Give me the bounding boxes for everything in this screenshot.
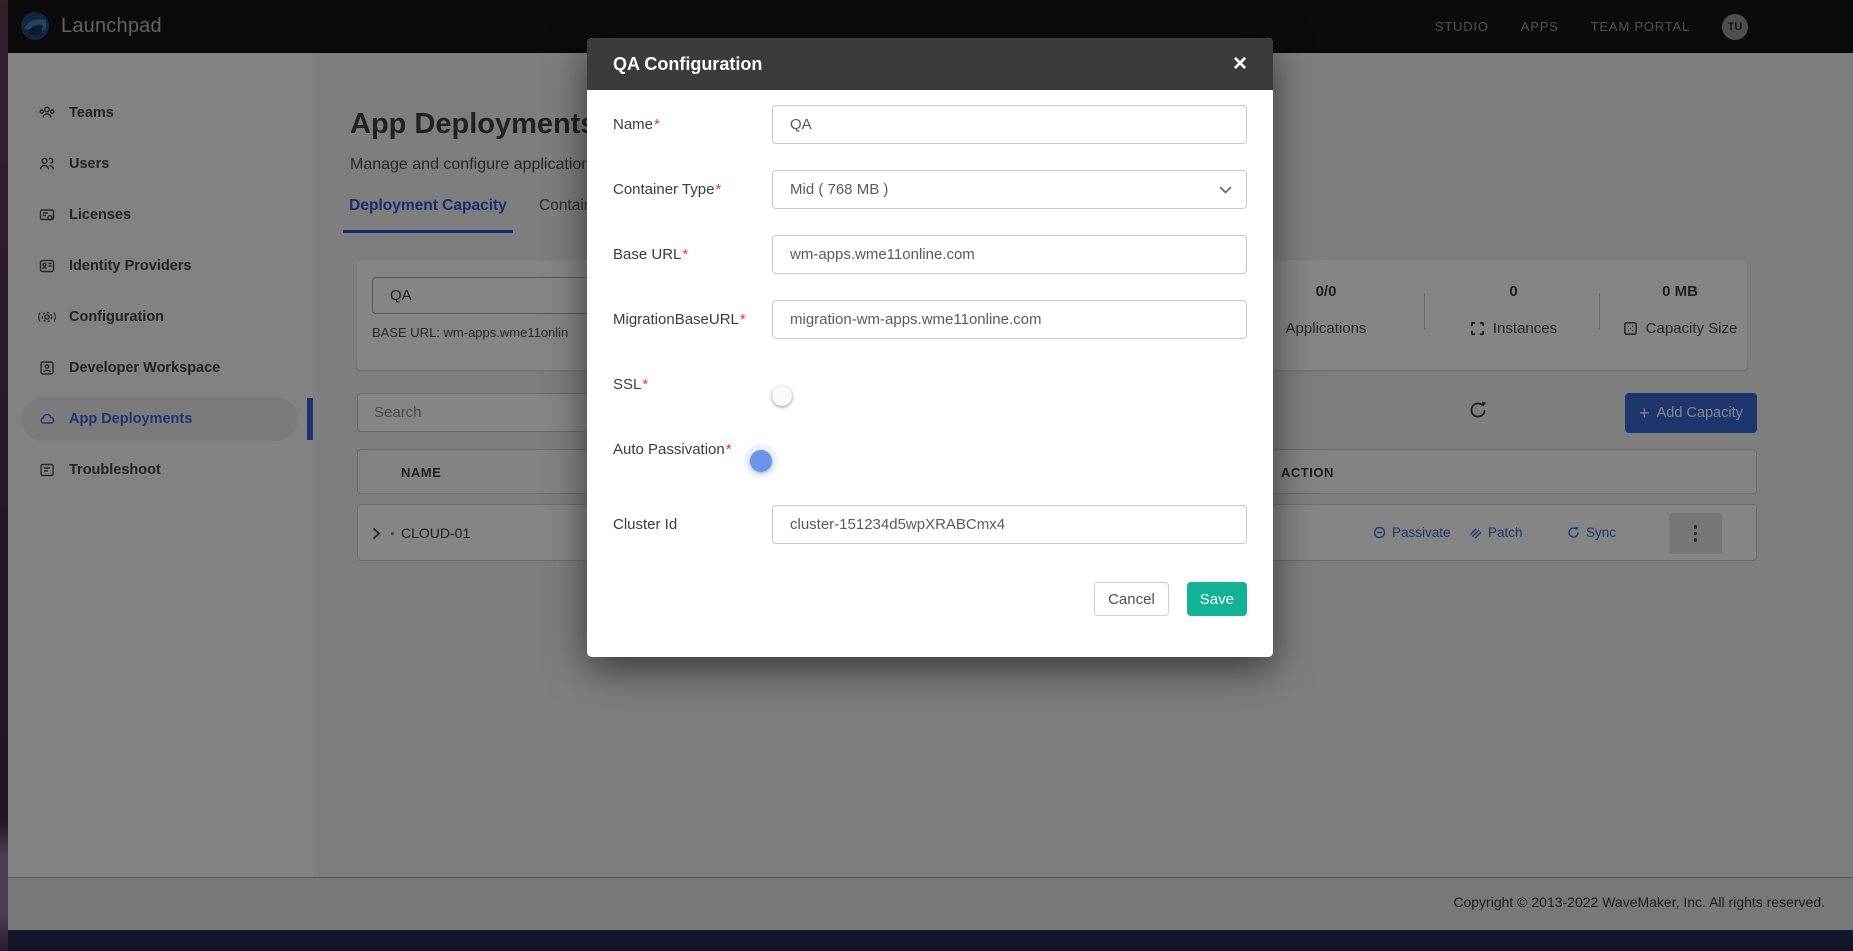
required-marker: * [726,441,732,458]
chevron-down-icon [1219,186,1232,194]
required-marker: * [682,246,688,263]
required-marker: * [654,116,660,133]
field-label: Container Type* [613,181,772,198]
required-marker: * [740,311,746,328]
field-label: Cluster Id [613,516,772,533]
field-row-base-url: Base URL* [613,235,1247,274]
container-type-select[interactable]: Mid ( 768 MB ) [772,170,1247,209]
base-url-input[interactable] [772,235,1247,274]
close-icon[interactable]: × [1233,52,1247,76]
container-type-value: Mid ( 768 MB ) [790,181,888,198]
modal-actions: Cancel Save [613,582,1247,616]
field-row-container-type: Container Type* Mid ( 768 MB ) [613,170,1247,209]
field-row-auto-passivation: Auto Passivation* [613,430,1247,469]
cancel-button[interactable]: Cancel [1094,582,1169,616]
app-window: Launchpad STUDIO APPS TEAM PORTAL TU Tea… [0,0,1853,951]
field-label: Name* [613,116,772,133]
field-label: MigrationBaseURL* [613,311,772,328]
field-row-name: Name* [613,105,1247,144]
modal-title: QA Configuration [613,54,762,75]
field-label: Auto Passivation* [613,441,772,458]
field-row-ssl: SSL* [613,365,1247,404]
field-row-cluster-id: Cluster Id [613,505,1247,544]
migration-base-url-input[interactable] [772,300,1247,339]
cluster-id-input[interactable] [772,505,1247,544]
field-label: SSL* [613,376,772,393]
required-marker: * [715,181,721,198]
modal-header: QA Configuration × [587,38,1273,90]
save-button[interactable]: Save [1187,582,1247,616]
field-row-migration-base-url: MigrationBaseURL* [613,300,1247,339]
qa-configuration-modal: QA Configuration × Name* Container Type*… [587,38,1273,657]
name-input[interactable] [772,105,1247,144]
required-marker: * [642,376,648,393]
modal-body: Name* Container Type* Mid ( 768 MB ) Bas… [587,90,1273,616]
field-label: Base URL* [613,246,772,263]
